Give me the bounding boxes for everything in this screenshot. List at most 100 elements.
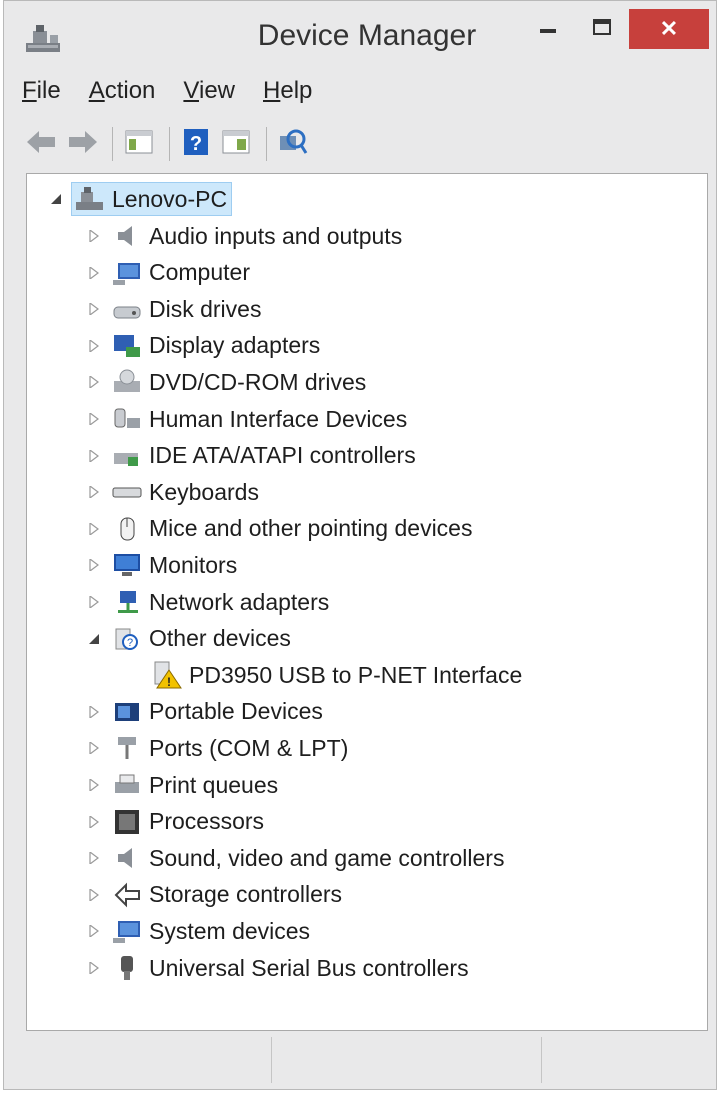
expand-icon[interactable] (87, 924, 101, 938)
collapse-icon[interactable] (87, 632, 101, 646)
tree-item-label: Display adapters (149, 332, 321, 359)
expand-icon[interactable] (87, 522, 101, 536)
back-icon (27, 130, 57, 158)
tree-item-label: Mice and other pointing devices (149, 515, 473, 542)
tree-item-human-interface-devices[interactable]: Human Interface Devices (87, 402, 407, 436)
expand-icon[interactable] (87, 339, 101, 353)
status-bar (26, 1037, 708, 1083)
tree-item-other-devices[interactable]: ? Other devices (87, 622, 291, 656)
console-tree-icon (125, 130, 153, 159)
tree-item-print-queues[interactable]: Print queues (87, 768, 278, 802)
expand-icon[interactable] (87, 961, 101, 975)
monitor-icon (111, 550, 143, 580)
expand-icon[interactable] (87, 229, 101, 243)
tree-item-pd3950-usb-to-p-net-interface[interactable]: ! PD3950 USB to P-NET Interface (151, 658, 522, 692)
expand-icon[interactable] (87, 888, 101, 902)
tree-item-label: Sound, video and game controllers (149, 844, 505, 871)
tree-item-system-devices[interactable]: System devices (87, 914, 310, 948)
scan-hardware-button[interactable] (275, 126, 311, 162)
svg-text:?: ? (190, 133, 202, 155)
port-icon (111, 733, 143, 763)
tree-item-label: Computer (149, 259, 250, 286)
tree-item-portable-devices[interactable]: Portable Devices (87, 695, 323, 729)
tree-item-monitors[interactable]: Monitors (87, 548, 237, 582)
expand-icon[interactable] (87, 375, 101, 389)
ide-controller-icon (111, 441, 143, 471)
expand-icon[interactable] (87, 266, 101, 280)
tree-root-label: Lenovo-PC (112, 185, 228, 212)
speaker-icon (111, 221, 143, 251)
menu-view[interactable]: View (183, 77, 235, 113)
menu-bar: File Action View Help (22, 77, 312, 113)
mouse-icon (111, 514, 143, 544)
hid-icon (111, 404, 143, 434)
expand-icon[interactable] (87, 485, 101, 499)
disk-drive-icon (111, 294, 143, 324)
tree-item-sound-video-and-game-controllers[interactable]: Sound, video and game controllers (87, 841, 504, 875)
help-button[interactable]: ? (178, 126, 214, 162)
close-button[interactable]: ✕ (629, 9, 709, 49)
expand-icon[interactable] (87, 558, 101, 572)
collapse-icon[interactable] (49, 192, 63, 206)
tree-item-dvd-cd-rom-drives[interactable]: DVD/CD-ROM drives (87, 365, 366, 399)
tree-item-keyboards[interactable]: Keyboards (87, 475, 259, 509)
tree-item-label: Network adapters (149, 588, 330, 615)
tree-item-storage-controllers[interactable]: Storage controllers (87, 878, 342, 912)
maximize-button[interactable] (576, 9, 628, 49)
expand-icon[interactable] (87, 595, 101, 609)
properties-button[interactable] (218, 126, 254, 162)
tree-item-label: Print queues (149, 771, 279, 798)
expand-icon[interactable] (87, 412, 101, 426)
portable-device-icon (111, 697, 143, 727)
tree-item-label: Processors (149, 808, 265, 835)
tree-item-ports-com-lpt[interactable]: Ports (COM & LPT) (87, 731, 348, 765)
menu-action[interactable]: Action (89, 77, 156, 113)
forward-icon (67, 130, 97, 158)
toolbar: ? (24, 121, 315, 167)
tree-root-row[interactable]: Lenovo-PC (49, 182, 233, 216)
tree-item-mice-and-other-pointing-devices[interactable]: Mice and other pointing devices (87, 512, 472, 546)
expand-icon[interactable] (87, 449, 101, 463)
tree-item-label: Monitors (149, 551, 238, 578)
expand-icon[interactable] (87, 705, 101, 719)
forward-button[interactable] (64, 126, 100, 162)
tree-item-display-adapters[interactable]: Display adapters (87, 329, 320, 363)
status-pane-3 (542, 1037, 708, 1083)
minimize-button[interactable] (522, 9, 574, 49)
tree-item-label: Human Interface Devices (149, 405, 408, 432)
tree-item-audio-inputs-and-outputs[interactable]: Audio inputs and outputs (87, 219, 402, 253)
show-hide-console-tree-button[interactable] (121, 126, 157, 162)
device-manager-window: Device Manager ✕ File Action View Help ? (3, 0, 717, 1090)
expand-icon[interactable] (87, 302, 101, 316)
network-adapter-icon (111, 587, 143, 617)
tree-root-selection[interactable]: Lenovo-PC (71, 182, 233, 216)
tree-item-computer[interactable]: Computer (87, 256, 250, 290)
expand-icon[interactable] (87, 815, 101, 829)
tree-item-label: Keyboards (149, 478, 259, 505)
close-icon: ✕ (659, 16, 679, 41)
speaker-icon (111, 843, 143, 873)
title-bar[interactable]: Device Manager ✕ (4, 1, 716, 73)
device-tree[interactable]: Lenovo-PC Audio inputs and outputs Comput… (26, 173, 708, 1031)
tree-item-universal-serial-bus-controllers[interactable]: Universal Serial Bus controllers (87, 951, 469, 985)
tree-item-label: PD3950 USB to P-NET Interface (189, 661, 523, 688)
status-pane-2 (272, 1037, 542, 1083)
menu-help[interactable]: Help (263, 77, 312, 113)
tree-item-ide-ata-atapi-controllers[interactable]: IDE ATA/ATAPI controllers (87, 439, 416, 473)
printer-icon (111, 770, 143, 800)
expand-icon[interactable] (87, 851, 101, 865)
processor-icon (111, 807, 143, 837)
expand-icon[interactable] (87, 778, 101, 792)
toolbar-separator (112, 127, 113, 161)
menu-file[interactable]: File (22, 77, 61, 113)
back-button[interactable] (24, 126, 60, 162)
tree-item-label: System devices (149, 917, 311, 944)
tree-item-label: Other devices (149, 625, 291, 652)
tree-item-network-adapters[interactable]: Network adapters (87, 585, 329, 619)
tree-item-disk-drives[interactable]: Disk drives (87, 292, 261, 326)
svg-text:?: ? (127, 637, 133, 649)
toolbar-separator (266, 127, 267, 161)
expand-icon[interactable] (87, 741, 101, 755)
tree-item-processors[interactable]: Processors (87, 805, 264, 839)
tree-item-label: Storage controllers (149, 881, 343, 908)
